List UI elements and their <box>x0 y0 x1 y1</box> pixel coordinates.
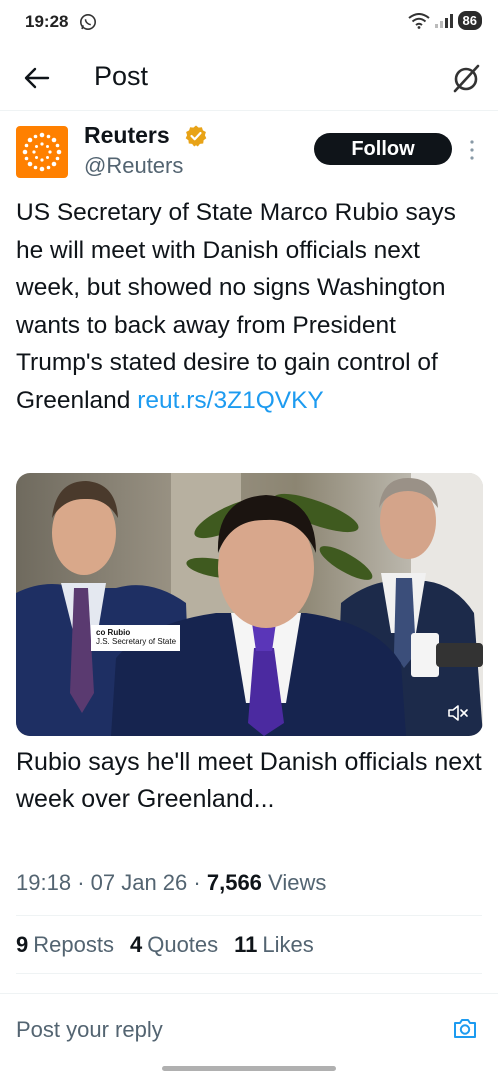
signal-icon <box>434 13 453 28</box>
lower-third-name: co Rubio <box>96 628 131 637</box>
reuters-logo-icon <box>22 132 62 172</box>
likes-label: Likes <box>262 932 314 957</box>
post-time: 19:18 <box>16 870 72 895</box>
video-thumbnail <box>16 473 483 736</box>
likes-count: 11 <box>234 932 258 957</box>
meta-separator: · <box>193 870 201 895</box>
verified-badge-icon <box>185 125 207 147</box>
likes-stat[interactable]: 11 Likes <box>234 932 314 958</box>
video-lower-third: co Rubio J.S. Secretary of State <box>91 625 180 651</box>
home-indicator[interactable] <box>162 1066 336 1071</box>
reposts-stat[interactable]: 9 Reposts <box>16 932 114 958</box>
muted-speaker-icon[interactable] <box>447 704 469 722</box>
views-label: Views <box>268 870 327 895</box>
grok-icon[interactable] <box>450 62 482 94</box>
author-name[interactable]: Reuters <box>84 122 170 149</box>
top-app-bar: Post <box>0 46 498 111</box>
link-card-title[interactable]: Rubio says he'll meet Danish officials n… <box>16 744 486 818</box>
status-icons: 86 <box>407 11 482 30</box>
post-body: US Secretary of State Marco Rubio says h… <box>16 199 456 414</box>
battery-indicator: 86 <box>457 11 482 30</box>
divider <box>16 915 482 916</box>
engagement-stats: 9 Reposts 4 Quotes 11 Likes <box>16 932 314 958</box>
meta-separator: · <box>77 870 85 895</box>
status-time: 19:28 <box>25 12 69 31</box>
post-link[interactable]: reut.rs/3Z1QVKY <box>137 387 324 414</box>
video-media[interactable]: co Rubio J.S. Secretary of State <box>16 473 483 736</box>
reposts-label: Reposts <box>33 932 114 957</box>
reply-bar <box>0 993 498 1066</box>
divider <box>16 973 482 974</box>
reposts-count: 9 <box>16 932 29 957</box>
quotes-count: 4 <box>129 932 143 957</box>
post-date: 07 Jan 26 <box>90 870 188 895</box>
post-meta: 19:18 · 07 Jan 26 · 7,566 Views <box>16 870 326 896</box>
follow-button[interactable]: Follow <box>314 133 452 165</box>
more-options-icon[interactable] <box>468 138 476 162</box>
status-bar: 19:28 86 <box>0 0 498 46</box>
views-count: 7,566 <box>206 870 262 895</box>
back-arrow-icon[interactable] <box>22 63 52 93</box>
lower-third-title: J.S. Secretary of State <box>96 637 177 646</box>
quotes-label: Quotes <box>147 932 219 957</box>
post-text: US Secretary of State Marco Rubio says h… <box>16 194 486 419</box>
page-title: Post <box>94 61 149 91</box>
camera-icon[interactable] <box>452 1016 478 1040</box>
reply-input[interactable] <box>16 1014 416 1046</box>
avatar[interactable] <box>16 126 68 178</box>
author-handle[interactable]: @Reuters <box>84 153 183 179</box>
quotes-stat[interactable]: 4 Quotes <box>130 932 218 958</box>
wifi-icon <box>407 12 430 29</box>
whatsapp-notification-icon <box>80 14 96 30</box>
